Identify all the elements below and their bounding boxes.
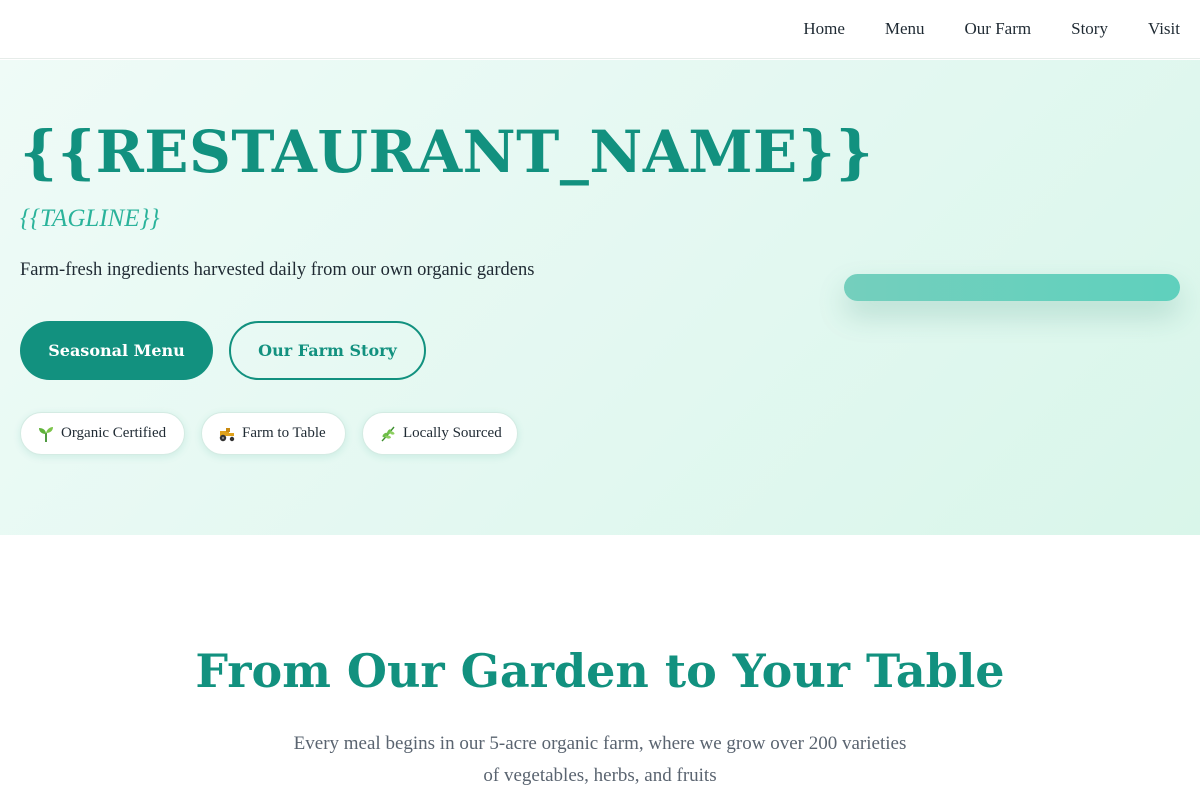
nav-item-our-farm[interactable]: Our Farm <box>965 19 1032 39</box>
seedling-icon <box>37 425 55 443</box>
hero-section: {{RESTAURANT_NAME}} {{TAGLINE}} Farm-fre… <box>0 60 1200 535</box>
hero-image-placeholder <box>844 274 1180 301</box>
restaurant-name: {{RESTAURANT_NAME}} <box>20 118 874 186</box>
nav-item-story[interactable]: Story <box>1071 19 1108 39</box>
nav-item-home[interactable]: Home <box>803 19 845 39</box>
tagline: {{TAGLINE}} <box>20 205 160 232</box>
badge-label: Locally Sourced <box>403 425 502 441</box>
top-navigation: Home Menu Our Farm Story Visit <box>0 0 1200 59</box>
badge-label: Farm to Table <box>242 425 326 441</box>
our-farm-story-button[interactable]: Our Farm Story <box>229 321 426 380</box>
section-description: Every meal begins in our 5-acre organic … <box>293 733 907 786</box>
badge-label: Organic Certified <box>61 425 167 441</box>
badge-farm-to-table: Farm to Table <box>201 412 346 455</box>
nav-item-menu[interactable]: Menu <box>885 19 925 39</box>
tractor-icon <box>218 425 236 443</box>
seasonal-menu-button[interactable]: Seasonal Menu <box>20 321 213 380</box>
nav-menu: Home Menu Our Farm Story Visit <box>803 19 1180 39</box>
badge-locally-sourced: Locally Sourced <box>362 412 518 455</box>
section-title: From Our Garden to Your Table <box>195 644 1005 698</box>
nav-item-visit[interactable]: Visit <box>1148 19 1180 39</box>
herb-icon <box>379 425 397 443</box>
hero-description: Farm-fresh ingredients harvested daily f… <box>20 260 535 280</box>
badge-organic-certified: Organic Certified <box>20 412 185 455</box>
